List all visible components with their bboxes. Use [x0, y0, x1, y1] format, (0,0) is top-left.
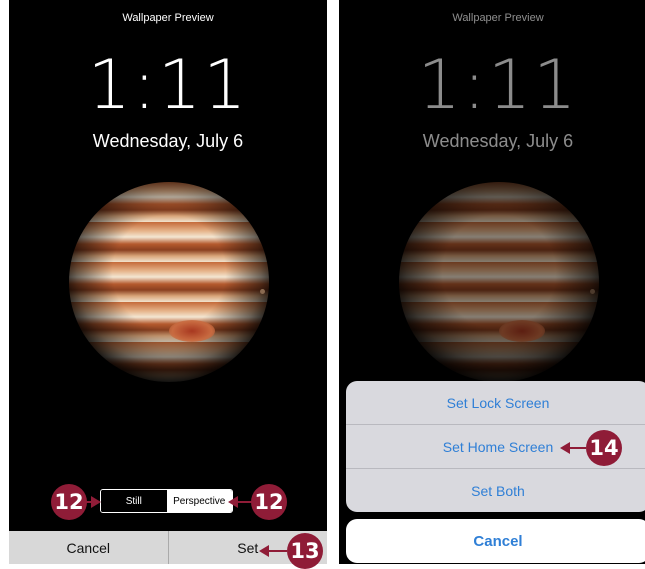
jupiter-wallpaper-image	[69, 182, 269, 382]
moon-dot	[260, 289, 265, 294]
motion-segmented-control: Still Perspective	[100, 489, 233, 513]
callout-arrow	[259, 545, 269, 557]
sheet-cancel-button[interactable]: Cancel	[346, 519, 645, 563]
callout-12-left: 12	[51, 484, 87, 520]
lock-date: Wednesday, July 6	[92, 131, 244, 151]
right-phone-screen: Wallpaper Preview 1:11 Wednesday, July 6…	[339, 0, 645, 564]
screen-title: Wallpaper Preview	[122, 12, 214, 24]
callout-12-right: 12	[251, 484, 287, 520]
callout-arrow	[560, 442, 570, 454]
set-both-button[interactable]: Set Both	[346, 469, 645, 512]
callout-arrow	[228, 496, 238, 508]
still-option[interactable]: Still	[101, 490, 167, 512]
cancel-button[interactable]: Cancel	[9, 531, 168, 564]
callout-pointer	[267, 550, 287, 552]
lock-time: 1:11	[87, 46, 249, 125]
left-phone-screen: Wallpaper Preview 1:11 Wednesday, July 6…	[9, 0, 327, 564]
great-red-spot	[169, 320, 215, 342]
perspective-option[interactable]: Perspective	[166, 490, 232, 512]
callout-arrow	[91, 496, 101, 508]
callout-pointer	[236, 501, 252, 503]
set-lock-screen-button[interactable]: Set Lock Screen	[346, 381, 645, 425]
callout-14: 14	[586, 430, 622, 466]
bottom-action-bar: Cancel Set	[9, 531, 327, 564]
callout-pointer	[568, 447, 586, 449]
